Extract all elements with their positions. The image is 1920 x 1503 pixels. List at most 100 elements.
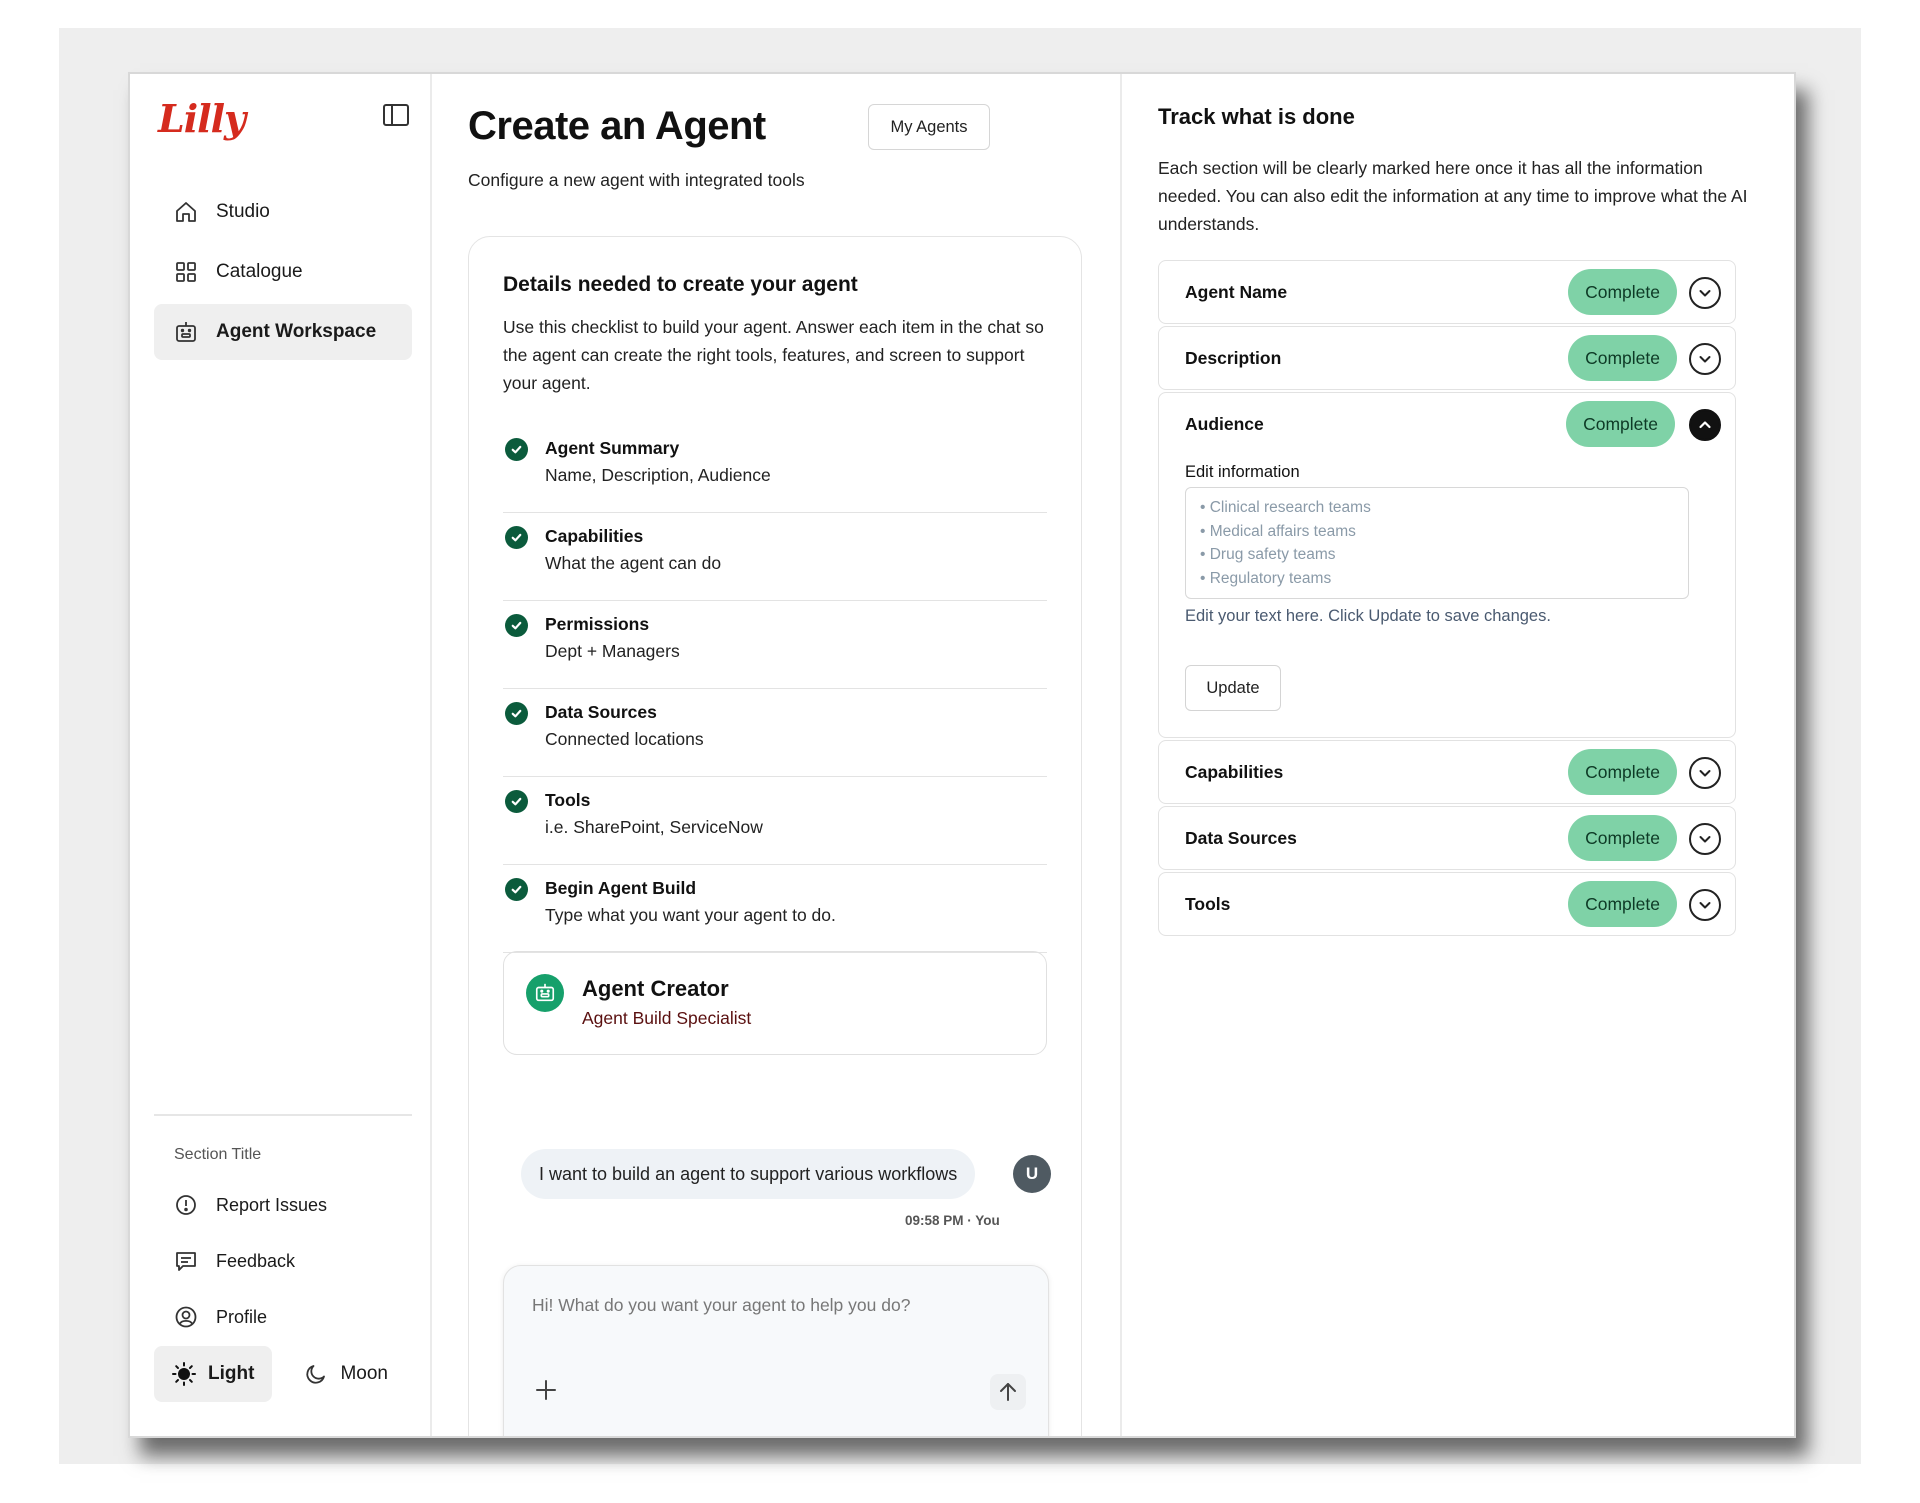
message-square-icon bbox=[174, 1249, 198, 1273]
edit-hint: Edit your text here. Click Update to sav… bbox=[1185, 607, 1551, 625]
track-item-agent-name: Agent Name Complete bbox=[1158, 260, 1736, 324]
checklist-item: Tools i.e. SharePoint, ServiceNow bbox=[503, 777, 1047, 865]
chevron-down-icon[interactable] bbox=[1689, 343, 1721, 375]
chevron-up-icon[interactable] bbox=[1689, 409, 1721, 441]
track-item-header[interactable]: Agent Name Complete bbox=[1159, 261, 1735, 323]
checklist-item: Capabilities What the agent can do bbox=[503, 513, 1047, 601]
chevron-down-icon[interactable] bbox=[1689, 757, 1721, 789]
checklist: Agent Summary Name, Description, Audienc… bbox=[503, 425, 1047, 953]
sidebar-item-label: Report Issues bbox=[216, 1194, 328, 1215]
sidebar-nav: Studio Catalogue Agent Workspace bbox=[154, 184, 412, 364]
agent-creator-name: Agent Creator bbox=[582, 976, 729, 1001]
check-icon bbox=[505, 702, 528, 725]
theme-light-button[interactable]: Light bbox=[154, 1346, 273, 1402]
checklist-item-title: Permissions bbox=[545, 614, 650, 634]
check-icon bbox=[505, 614, 528, 637]
lilly-logo[interactable]: Lilly bbox=[158, 96, 246, 141]
moon-icon bbox=[304, 1362, 328, 1386]
edit-information-label: Edit information bbox=[1185, 463, 1300, 481]
checklist-item-subtitle: Connected locations bbox=[545, 729, 704, 749]
status-badge: Complete bbox=[1566, 401, 1675, 447]
track-item-label: Capabilities bbox=[1185, 761, 1284, 782]
sidebar-item-label: Profile bbox=[216, 1306, 268, 1327]
track-item-editor: Edit information • Clinical research tea… bbox=[1159, 455, 1735, 737]
checklist-item-title: Begin Agent Build bbox=[545, 878, 697, 898]
user-circle-icon bbox=[174, 1305, 198, 1329]
message-timestamp: 09:58 PM · You bbox=[905, 1213, 1000, 1228]
audience-line: • Clinical research teams bbox=[1200, 499, 1371, 516]
agent-creator-role: Agent Build Specialist bbox=[582, 1008, 752, 1028]
robot-icon bbox=[526, 974, 564, 1012]
check-icon bbox=[505, 438, 528, 461]
checklist-item: Permissions Dept + Managers bbox=[503, 601, 1047, 689]
sidebar-item-profile[interactable]: Profile bbox=[154, 1290, 412, 1344]
theme-moon-button[interactable]: Moon bbox=[286, 1346, 406, 1402]
checklist-item-subtitle: i.e. SharePoint, ServiceNow bbox=[545, 817, 763, 837]
track-item-header[interactable]: Description Complete bbox=[1159, 327, 1735, 389]
sidebar-item-feedback[interactable]: Feedback bbox=[154, 1234, 412, 1288]
track-item-description: Description Complete bbox=[1158, 326, 1736, 390]
track-item-label: Tools bbox=[1185, 893, 1231, 914]
track-item-capabilities: Capabilities Complete bbox=[1158, 740, 1736, 804]
chat-input[interactable] bbox=[532, 1290, 1012, 1320]
track-item-label: Agent Name bbox=[1185, 281, 1288, 302]
chevron-down-icon[interactable] bbox=[1689, 823, 1721, 855]
alert-circle-icon bbox=[174, 1193, 198, 1217]
main-column: Create an Agent Configure a new agent wi… bbox=[432, 74, 1122, 1436]
track-item-header[interactable]: Tools Complete bbox=[1159, 873, 1735, 935]
status-badge: Complete bbox=[1568, 749, 1677, 795]
track-item-label: Audience bbox=[1185, 413, 1264, 434]
tracking-list: Agent Name Complete Description Complete… bbox=[1158, 260, 1736, 938]
checklist-item-title: Agent Summary bbox=[545, 438, 680, 458]
chevron-down-icon[interactable] bbox=[1689, 889, 1721, 921]
chevron-down-icon[interactable] bbox=[1689, 277, 1721, 309]
checklist-item: Agent Summary Name, Description, Audienc… bbox=[503, 425, 1047, 513]
sidebar-divider bbox=[154, 1114, 412, 1116]
robot-icon bbox=[174, 320, 198, 344]
sidebar-item-studio[interactable]: Studio bbox=[154, 184, 412, 240]
sidebar-item-report-issues[interactable]: Report Issues bbox=[154, 1178, 412, 1232]
checklist-item: Data Sources Connected locations bbox=[503, 689, 1047, 777]
agent-details-card: Details needed to create your agent Use … bbox=[468, 236, 1082, 1436]
sidebar-item-catalogue[interactable]: Catalogue bbox=[154, 244, 412, 300]
checklist-item-subtitle: What the agent can do bbox=[545, 553, 722, 573]
track-item-header[interactable]: Data Sources Complete bbox=[1159, 807, 1735, 869]
check-icon bbox=[505, 878, 528, 901]
grid-icon bbox=[174, 260, 198, 284]
track-item-audience: Audience Complete Edit information • Cli… bbox=[1158, 392, 1736, 738]
my-agents-button[interactable]: My Agents bbox=[868, 104, 990, 150]
checklist-item-title: Data Sources bbox=[545, 702, 657, 722]
sidebar-item-agent-workspace[interactable]: Agent Workspace bbox=[154, 304, 412, 360]
track-item-header[interactable]: Capabilities Complete bbox=[1159, 741, 1735, 803]
send-arrow-up-icon[interactable] bbox=[990, 1374, 1026, 1410]
agent-creator-card: Agent Creator Agent Build Specialist bbox=[503, 951, 1047, 1055]
status-badge: Complete bbox=[1568, 269, 1677, 315]
user-message-bubble: I want to build an agent to support vari… bbox=[521, 1149, 976, 1199]
audience-line: • Drug safety teams bbox=[1200, 546, 1336, 563]
theme-moon-label: Moon bbox=[340, 1363, 388, 1384]
app-window: Lilly Studio Catalogue Agent Workspace S… bbox=[128, 72, 1796, 1438]
checklist-item-subtitle: Type what you want your agent to do. bbox=[545, 905, 836, 925]
avatar: U bbox=[1013, 1155, 1051, 1193]
update-button[interactable]: Update bbox=[1185, 665, 1281, 711]
track-item-header[interactable]: Audience Complete bbox=[1159, 393, 1735, 455]
home-icon bbox=[174, 200, 198, 224]
sidebar: Lilly Studio Catalogue Agent Workspace S… bbox=[130, 74, 432, 1436]
chat-composer bbox=[503, 1265, 1049, 1436]
sun-icon bbox=[172, 1362, 196, 1386]
checklist-item-title: Tools bbox=[545, 790, 591, 810]
check-icon bbox=[505, 526, 528, 549]
track-item-label: Description bbox=[1185, 347, 1282, 368]
card-title: Details needed to create your agent bbox=[503, 273, 858, 296]
theme-light-label: Light bbox=[208, 1363, 255, 1384]
track-item-tools: Tools Complete bbox=[1158, 872, 1736, 936]
audience-line: • Regulatory teams bbox=[1200, 569, 1332, 587]
progress-panel: Track what is done Each section will be … bbox=[1122, 74, 1794, 1436]
panel-description: Each section will be clearly marked here… bbox=[1158, 158, 1748, 234]
sidebar-item-label: Catalogue bbox=[216, 261, 303, 282]
plus-icon[interactable] bbox=[532, 1376, 560, 1404]
edit-information-textarea[interactable]: • Clinical research teams • Medical affa… bbox=[1185, 487, 1689, 599]
page-subtitle: Configure a new agent with integrated to… bbox=[468, 170, 805, 190]
sidebar-toggle-icon[interactable] bbox=[383, 104, 409, 126]
checklist-item-title: Capabilities bbox=[545, 526, 644, 546]
